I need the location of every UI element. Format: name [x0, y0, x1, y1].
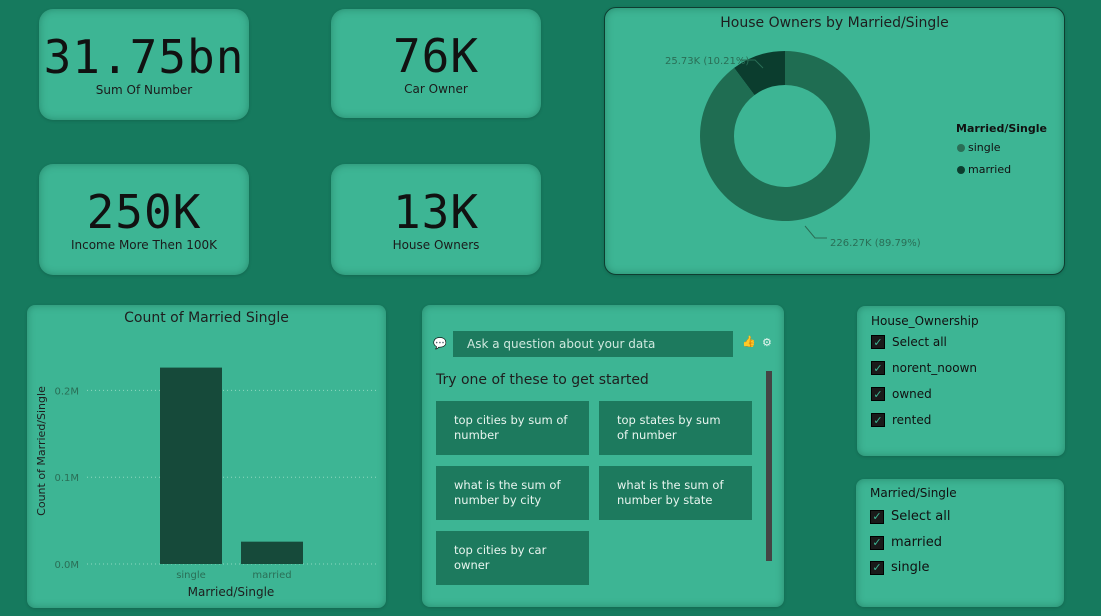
checkbox-checked-icon[interactable]: ✓	[870, 509, 884, 524]
kpi-value: 31.75bn	[43, 29, 245, 84]
y-tick-label: 0.1M	[54, 473, 79, 484]
legend-title: Married/Single	[956, 122, 1047, 135]
single-data-label: 226.27K (89.79%)	[830, 238, 921, 249]
slicer-item-married[interactable]: ✓ married	[870, 535, 942, 550]
thumbs-up-icon[interactable]: 👍	[742, 335, 756, 348]
kpi-label: Income More Then 100K	[70, 237, 218, 252]
legend-label: single	[968, 141, 1001, 154]
qa-suggestion[interactable]: top states by sum of number	[599, 401, 752, 455]
y-tick-label: 0.2M	[54, 386, 79, 397]
donut-slice-single[interactable]	[700, 51, 870, 222]
qa-scrollbar[interactable]	[766, 371, 772, 561]
legend-item-single[interactable]: single	[957, 141, 1001, 154]
legend-item-married[interactable]: married	[957, 163, 1011, 176]
x-tick-label: single	[176, 570, 206, 581]
slicer-item-owned[interactable]: ✓ owned	[871, 387, 932, 401]
checkbox-checked-icon[interactable]: ✓	[871, 387, 885, 401]
married-single-slicer[interactable]: Married/Single ✓ Select all ✓ married ✓ …	[856, 479, 1064, 607]
x-axis-label: Married/Single	[188, 585, 275, 599]
slicer-item-label: norent_noown	[892, 361, 978, 375]
legend-label: married	[968, 163, 1012, 176]
donut-chart-card[interactable]: House Owners by Married/Single 25.73K (1…	[604, 7, 1065, 275]
slicer-item-single[interactable]: ✓ single	[870, 560, 930, 575]
bar-single[interactable]	[160, 367, 222, 564]
slicer-item-select-all[interactable]: ✓ Select all	[870, 509, 950, 524]
kpi-label: House Owners	[392, 237, 480, 252]
bar-chart-card[interactable]: Count of Married Single 0.0M 0.1M 0.2M sing…	[27, 305, 386, 608]
qa-suggestion[interactable]: what is the sum of number by city	[436, 466, 589, 520]
kpi-value: 250K	[86, 184, 202, 239]
slicer-item-label: Select all	[892, 335, 947, 349]
kpi-value: 76K	[392, 28, 480, 83]
y-axis-label: Count of Married/Single	[35, 386, 48, 516]
slicer-item-label: Select all	[891, 509, 951, 524]
checkbox-checked-icon[interactable]: ✓	[870, 535, 884, 550]
kpi-label: Sum Of Number	[95, 82, 193, 97]
kpi-card-car-owner[interactable]: 76K Car Owner	[331, 9, 541, 118]
slicer-item-label: single	[891, 560, 930, 575]
x-tick-label: married	[252, 570, 291, 581]
qa-suggestion[interactable]: top cities by sum of number	[436, 401, 589, 455]
checkbox-checked-icon[interactable]: ✓	[870, 560, 884, 575]
qa-suggestion[interactable]: what is the sum of number by state	[599, 466, 752, 520]
gear-icon[interactable]: ⚙	[762, 336, 772, 349]
checkbox-checked-icon[interactable]: ✓	[871, 413, 885, 427]
qa-question-input[interactable]: Ask a question about your data	[453, 331, 733, 357]
house-ownership-slicer[interactable]: House_Ownership ✓ Select all ✓ norent_no…	[857, 306, 1065, 456]
legend-dot-icon	[957, 165, 965, 174]
slicer-item-norent-noown[interactable]: ✓ norent_noown	[871, 361, 977, 375]
slicer-title: Married/Single	[870, 486, 957, 500]
checkbox-checked-icon[interactable]: ✓	[871, 335, 885, 349]
slicer-title: House_Ownership	[871, 314, 979, 328]
married-data-label: 25.73K (10.21%)	[665, 56, 749, 67]
slicer-item-label: rented	[892, 413, 932, 427]
single-leader-line	[804, 225, 827, 239]
kpi-card-income-more-100k[interactable]: 250K Income More Then 100K	[39, 164, 249, 275]
slicer-item-label: married	[891, 535, 942, 550]
legend-dot-icon	[957, 143, 965, 152]
slicer-item-label: owned	[892, 387, 932, 401]
kpi-label: Car Owner	[404, 81, 468, 96]
bar-chart: 0.0M 0.1M 0.2M single married Married/Single C…	[35, 367, 377, 599]
bar-married[interactable]	[241, 541, 303, 564]
slicer-item-rented[interactable]: ✓ rented	[871, 413, 931, 427]
checkbox-checked-icon[interactable]: ✓	[871, 361, 885, 375]
kpi-value: 13K	[392, 184, 480, 239]
y-tick-label: 0.0M	[54, 560, 79, 571]
qa-card[interactable]: 💬 Ask a question about your data 👍 ⚙ Try…	[422, 305, 784, 607]
qa-suggestion[interactable]: top cities by car owner	[436, 531, 589, 585]
kpi-card-sum-of-number[interactable]: 31.75bn Sum Of Number	[39, 9, 249, 120]
qa-hint: Try one of these to get started	[436, 372, 649, 388]
slicer-item-select-all[interactable]: ✓ Select all	[871, 335, 947, 349]
comment-icon[interactable]: 💬	[433, 337, 447, 350]
kpi-card-house-owners[interactable]: 13K House Owners	[331, 164, 541, 275]
